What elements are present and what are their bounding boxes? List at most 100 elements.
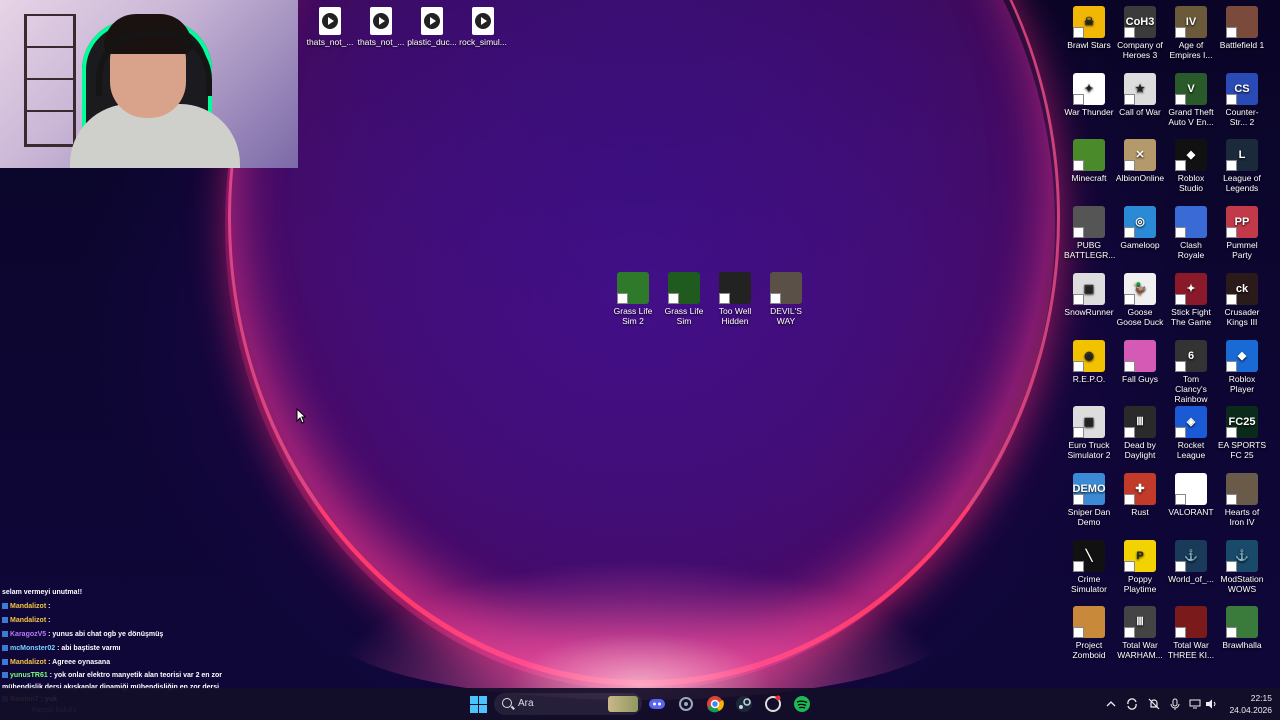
desktop-icon-label: Fall Guys (1122, 373, 1158, 384)
desktop-shortcut[interactable]: CS Counter-Str... 2 (1217, 72, 1267, 127)
taskbar-obs[interactable] (761, 692, 785, 716)
desktop-shortcut[interactable]: CoH3 Company of Heroes 3 (1115, 6, 1165, 60)
desktop-shortcut[interactable]: Brawlhalla (1217, 606, 1267, 650)
tray-volume-icon[interactable] (1204, 688, 1218, 720)
webcam-shelf (24, 14, 76, 147)
wallpaper-glow (330, 560, 950, 700)
desktop-shortcut-icon: ◎ (1124, 206, 1156, 239)
taskbar-app[interactable] (674, 692, 698, 716)
tray-sync-icon[interactable] (1124, 688, 1140, 720)
desktop-shortcut-icon (1175, 206, 1207, 239)
desktop-shortcut[interactable]: ◉ R.E.P.O. (1064, 339, 1114, 384)
desktop-shortcut[interactable]: ▦ Euro Truck Simulator 2 (1064, 406, 1114, 460)
desktop-shortcut[interactable]: VALORANT (1166, 472, 1216, 517)
desktop-shortcut[interactable]: DEMO Sniper Dan Demo (1064, 472, 1114, 527)
desktop-file[interactable]: thats_not_... (356, 7, 406, 47)
taskbar-chrome[interactable] (703, 692, 727, 716)
webcam-overlay (0, 0, 298, 168)
taskbar-spotify[interactable] (790, 692, 814, 716)
desktop-shortcut[interactable]: ◆ Roblox Studio (1166, 139, 1216, 193)
chat-badge-icon (2, 631, 8, 638)
desktop-file[interactable]: thats_not_... (305, 7, 355, 47)
desktop-shortcut-icon: CS (1226, 72, 1258, 105)
desktop-shortcut[interactable]: Ⅲ Dead by Daylight (1115, 406, 1165, 460)
desktop-shortcut[interactable]: PP Pummel Party (1217, 206, 1267, 260)
desktop-icon-label: Crime Simulator (1071, 573, 1107, 594)
clock-date: 24.04.2026 (1229, 705, 1272, 715)
chat-message: Mandalizot : Agreee oynasana (2, 656, 232, 670)
desktop-shortcut[interactable]: Grass Life Sim (659, 272, 709, 326)
desktop-shortcut[interactable]: P Poppy Playtime (1115, 539, 1165, 594)
desktop-icon-label: Euro Truck Simulator 2 (1067, 440, 1111, 461)
desktop-shortcut[interactable]: ✦ Stick Fight The Game (1166, 272, 1216, 327)
desktop-shortcut[interactable]: L League of Legends (1217, 139, 1267, 193)
desktop-shortcut[interactable]: Hearts of Iron IV (1217, 472, 1267, 527)
desktop-shortcut[interactable]: ◎ Gameloop (1115, 206, 1165, 250)
desktop-shortcut[interactable]: 6Tom Clancy's Rainbow Si... (1166, 339, 1216, 414)
desktop-shortcut[interactable]: Total War THREE KI... (1166, 606, 1216, 660)
desktop-shortcut-icon: ◆ (1175, 139, 1207, 172)
desktop-shortcut[interactable]: Fall Guys (1115, 339, 1165, 384)
desktop-shortcut[interactable]: ◆ Roblox Player (1217, 339, 1267, 394)
desktop-icon-label: Age of Empires I... (1169, 40, 1213, 60)
desktop-shortcut-icon (617, 272, 649, 304)
desktop-shortcut[interactable]: V Grand Theft Auto V En... (1166, 72, 1216, 127)
desktop-shortcut[interactable]: IV Age of Empires I... (1166, 6, 1216, 60)
desktop-icon-label: Roblox Studio (1177, 173, 1205, 194)
desktop-shortcut-icon: ✕ (1124, 139, 1156, 172)
desktop-shortcut[interactable]: ⚓ World_of_... (1166, 539, 1216, 584)
desktop-shortcut[interactable]: ✚ Rust (1115, 472, 1165, 517)
desktop-shortcut[interactable]: 🦆 Goose Goose Duck (1115, 272, 1165, 327)
desktop-shortcut-icon: Ⅲ (1124, 606, 1156, 639)
desktop-shortcut[interactable]: Minecraft (1064, 139, 1114, 183)
desktop-shortcut[interactable]: ⚓ ModStation WOWS (1217, 539, 1267, 594)
desktop-shortcut[interactable]: DEVIL'S WAY (761, 272, 811, 326)
taskbar-search[interactable]: Ara (494, 693, 642, 715)
desktop-shortcut[interactable]: Project Zomboid (1064, 606, 1114, 660)
desktop-shortcut[interactable]: ck Crusader Kings III (1217, 272, 1267, 327)
chat-username: yunusTR61 (10, 672, 48, 679)
desktop-icon-label: Brawlhalla (1222, 640, 1262, 651)
obs-icon (765, 695, 781, 712)
desktop-icon-label: Too Well Hidden (718, 306, 752, 326)
chat-badge-icon (2, 617, 8, 624)
desktop-shortcut-icon: ◉ (1073, 339, 1105, 372)
desktop-shortcut[interactable]: Too Well Hidden (710, 272, 760, 326)
desktop-icon-label: Roblox Player (1228, 373, 1256, 394)
desktop-shortcut[interactable]: ✦ War Thunder (1064, 72, 1114, 117)
desktop-shortcut[interactable]: ╲ Crime Simulator (1064, 539, 1114, 594)
desktop-shortcut[interactable]: ✕ AlbionOnline (1115, 139, 1165, 183)
desktop-file[interactable]: rock_simul... (458, 7, 508, 47)
start-button[interactable] (466, 692, 490, 716)
taskbar-clock[interactable]: 22:15 24.04.2026 (1222, 692, 1272, 716)
desktop-icon-label: Dead by Daylight (1124, 440, 1156, 461)
desktop-shortcut[interactable]: ☠ Brawl Stars (1064, 6, 1114, 50)
video-file-icon (472, 7, 494, 35)
desktop-shortcut[interactable]: ◈ Rocket League (1166, 406, 1216, 460)
tray-microphone-icon[interactable] (1168, 688, 1182, 720)
tray-display-icon[interactable] (1188, 688, 1202, 720)
desktop-icon-label: Project Zomboid (1072, 640, 1106, 661)
desktop-shortcut[interactable]: FC25 EA SPORTS FC 25 (1217, 406, 1267, 460)
tray-chevron-up-icon[interactable] (1104, 688, 1118, 720)
desktop-icon-label: Crusader Kings III (1224, 306, 1260, 327)
desktop-shortcut[interactable]: Battlefield 1 (1217, 6, 1267, 50)
desktop-shortcut[interactable]: Clash Royale (1166, 206, 1216, 260)
desktop-icon-label: PUBG BATTLEGR... (1064, 240, 1116, 261)
desktop-file[interactable]: plastic_duc... (407, 7, 457, 47)
desktop-shortcut-icon: ◈ (1175, 406, 1207, 439)
tray-bell-off-icon[interactable] (1146, 688, 1162, 720)
desktop-shortcut-icon: ✦ (1175, 272, 1207, 305)
desktop-shortcut[interactable]: ▣ SnowRunner (1064, 272, 1114, 317)
desktop-shortcut[interactable]: PUBG BATTLEGR... (1064, 206, 1116, 261)
desktop-shortcut[interactable]: Ⅲ Total War WARHAM... (1115, 606, 1165, 660)
desktop-icon-label: Rocket League (1176, 440, 1206, 461)
desktop-shortcut[interactable]: Grass Life Sim 2 (608, 272, 658, 326)
taskbar-steam[interactable] (732, 692, 756, 716)
desktop-shortcut-icon (719, 272, 751, 304)
desktop-icon-label: Company of Heroes 3 (1117, 40, 1163, 60)
desktop-shortcut-icon: ⚓ (1175, 539, 1207, 572)
desktop-shortcut-icon: PP (1226, 206, 1258, 239)
desktop-shortcut[interactable]: ★ Call of War (1115, 72, 1165, 117)
taskbar-discord[interactable] (645, 692, 669, 716)
